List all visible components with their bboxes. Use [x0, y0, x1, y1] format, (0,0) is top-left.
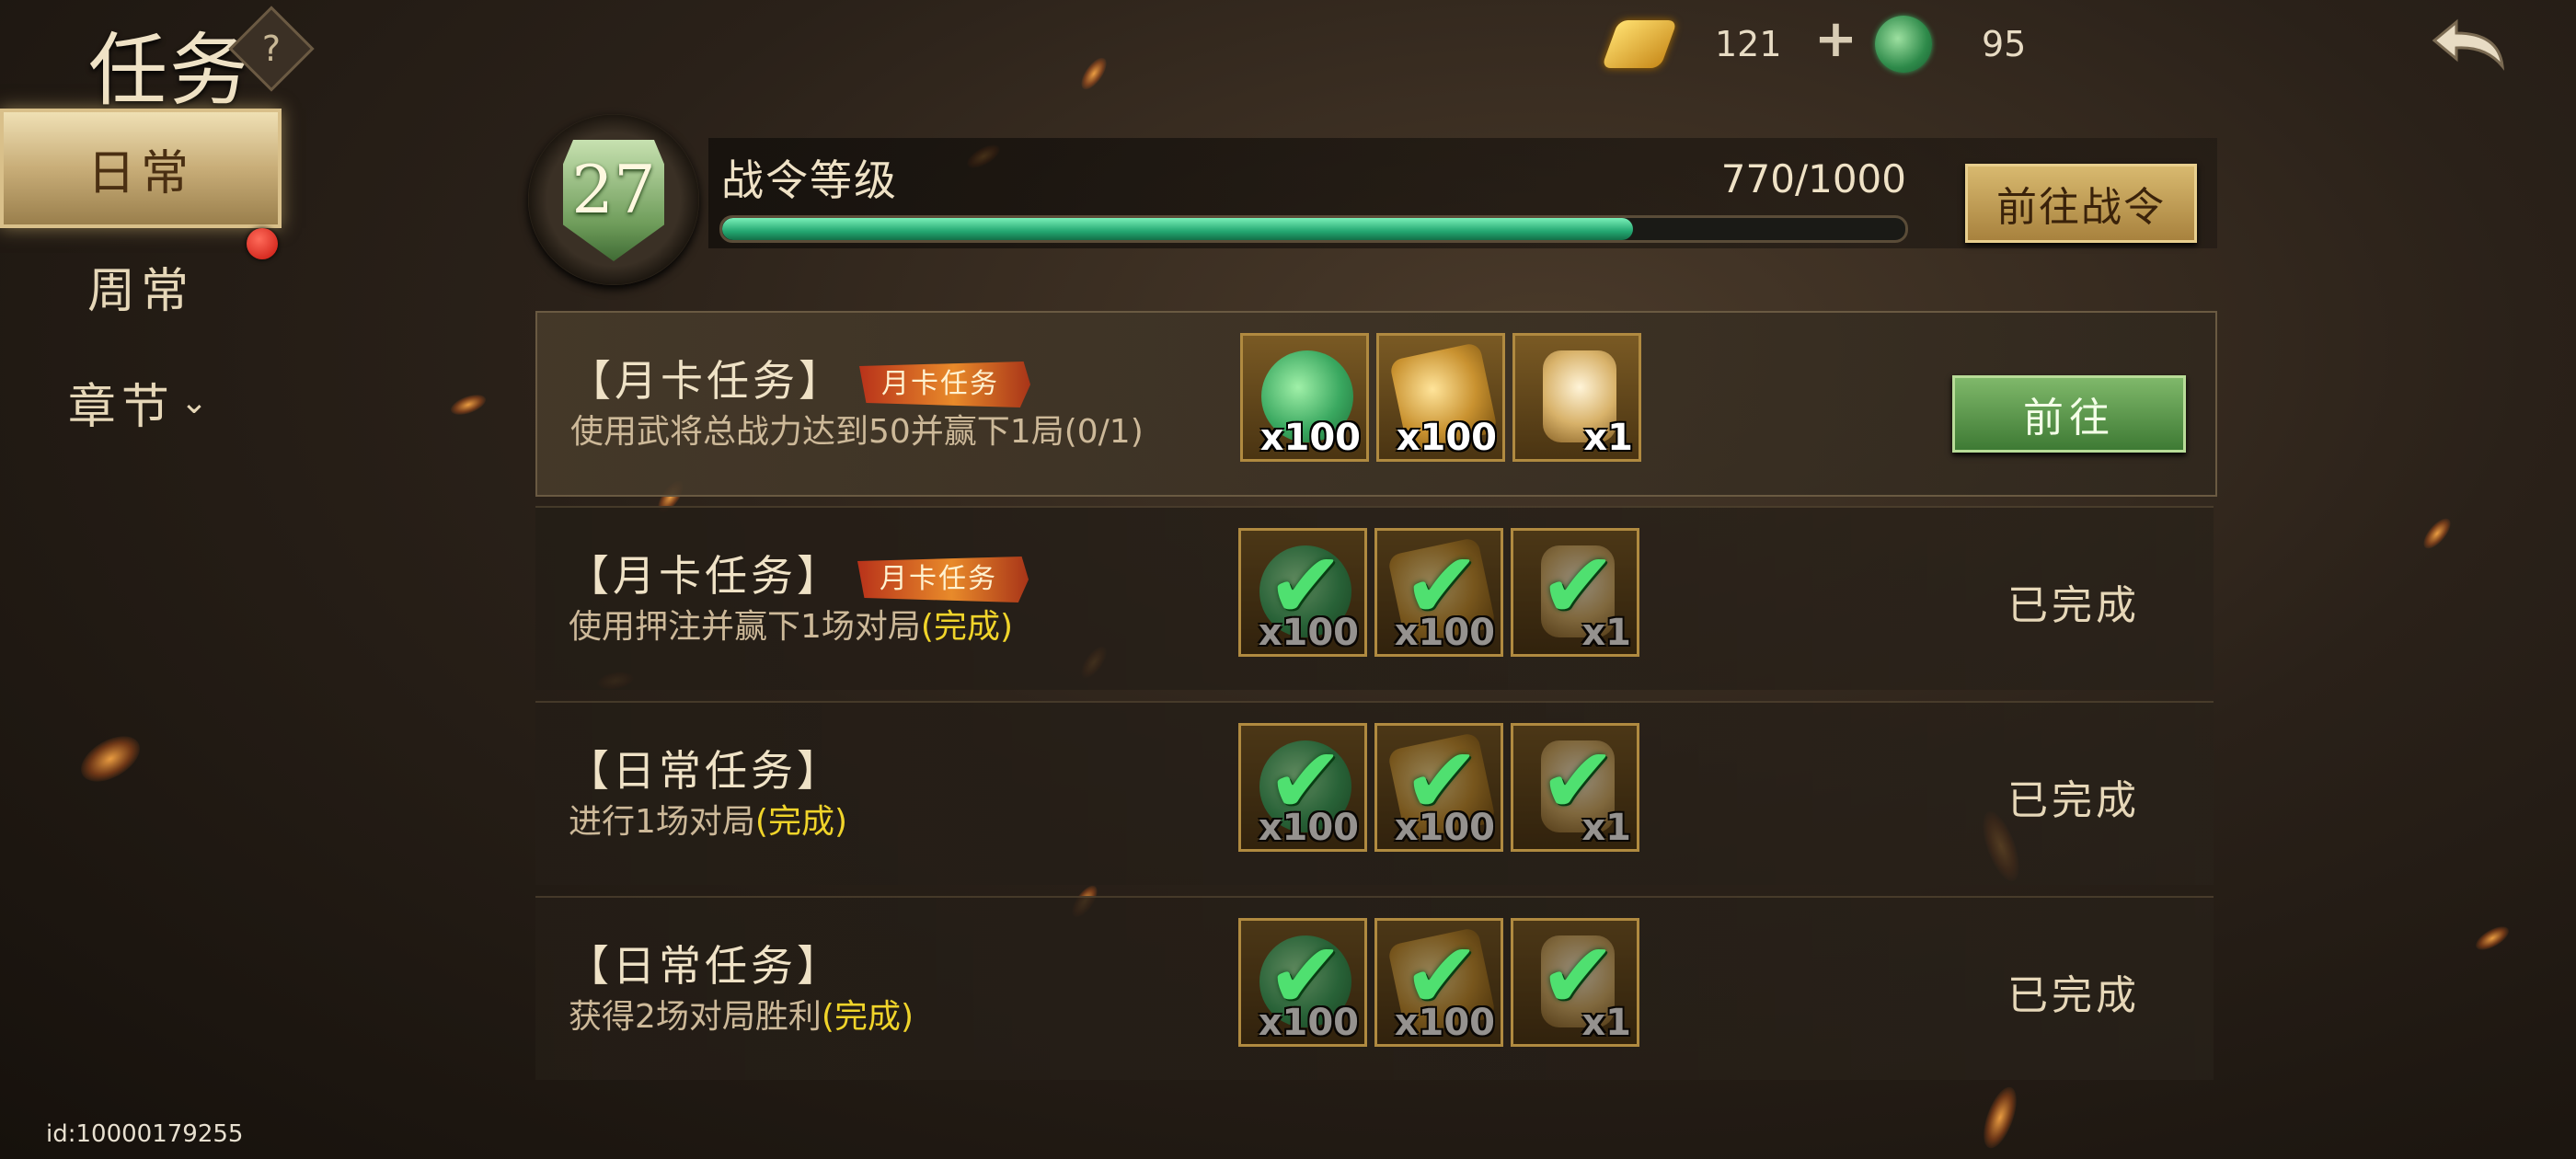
task-description: 进行1场对局(完成) — [569, 795, 847, 843]
check-icon: ✔ — [1403, 532, 1480, 639]
task-description-text: 使用押注并赢下1场对局 — [569, 608, 921, 646]
battle-pass-progress-text: 770/1000 — [1720, 156, 1906, 201]
goto-task-button[interactable]: 前往 — [1952, 375, 2186, 453]
task-row: 【月卡任务】 月卡任务 使用押注并赢下1场对局(完成) ✔ x100 ✔ x100 ✔… — [535, 506, 2214, 690]
check-icon: ✔ — [1267, 727, 1344, 834]
reward-item: ✔ x100 — [1238, 723, 1367, 852]
task-complete-label: (完成) — [920, 608, 1013, 646]
tab-chapter[interactable]: 章节 ⌄ — [0, 342, 282, 462]
gold-currency: 121 — [1601, 15, 1782, 74]
battle-pass-label: 战令等级 — [721, 155, 898, 205]
reward-list: ✔ x100 ✔ x100 ✔ x1 — [1238, 723, 1639, 852]
check-icon: ✔ — [1403, 727, 1480, 834]
check-icon: ✔ — [1403, 922, 1480, 1029]
completed-status: 已完成 — [2007, 582, 2140, 629]
reward-item: ✔ x1 — [1511, 528, 1639, 657]
check-icon: ✔ — [1539, 727, 1616, 834]
reward-item: ✔ x100 — [1238, 528, 1367, 657]
reward-qty: x1 — [1583, 417, 1633, 459]
reward-qty: x100 — [1396, 417, 1497, 459]
battle-pass-level-emblem: 27 — [528, 114, 699, 285]
help-icon: ? — [261, 29, 282, 69]
check-icon: ✔ — [1539, 922, 1616, 1029]
check-icon: ✔ — [1539, 532, 1616, 639]
reward-list: ✔ x100 ✔ x100 ✔ x1 — [1238, 918, 1639, 1047]
task-title-text: 【月卡任务】 — [567, 551, 843, 601]
reward-item: ✔ x100 — [1374, 918, 1503, 1047]
jade-currency: 95 — [1875, 15, 2026, 74]
chevron-down-icon: ⌄ — [179, 383, 214, 421]
reward-item[interactable]: x100 — [1376, 333, 1505, 462]
monthly-card-tag: 月卡任务 — [857, 557, 1029, 602]
task-title-text: 【月卡任务】 — [569, 356, 845, 406]
reward-item: ✔ x100 — [1238, 918, 1367, 1047]
task-complete-label: (完成) — [821, 998, 914, 1036]
check-icon: ✔ — [1267, 922, 1344, 1029]
task-description-text: 进行1场对局 — [569, 803, 755, 841]
user-id: id:10000179255 — [46, 1120, 244, 1148]
completed-status: 已完成 — [2007, 972, 2140, 1019]
task-title: 【月卡任务】 月卡任务 — [567, 543, 1029, 603]
reward-qty: x100 — [1259, 417, 1361, 459]
gold-ingot-icon — [1601, 20, 1678, 68]
monthly-card-tag: 月卡任务 — [859, 361, 1030, 407]
task-complete-label: (完成) — [754, 803, 847, 841]
reward-item: ✔ x100 — [1374, 528, 1503, 657]
gold-amount: 121 — [1715, 24, 1782, 64]
task-title: 【日常任务】 — [567, 941, 843, 991]
notification-dot — [247, 228, 278, 259]
tab-daily[interactable]: 日常 — [0, 109, 282, 228]
task-title: 【月卡任务】 月卡任务 — [569, 348, 1030, 408]
task-description-text: 获得2场对局胜利 — [569, 998, 822, 1036]
jade-amount: 95 — [1982, 24, 2027, 64]
reward-item: ✔ x1 — [1511, 723, 1639, 852]
reward-item[interactable]: x100 — [1240, 333, 1369, 462]
completed-status: 已完成 — [2007, 777, 2140, 824]
reward-list: ✔ x100 ✔ x100 ✔ x1 — [1238, 528, 1639, 657]
reward-item: ✔ x100 — [1374, 723, 1503, 852]
task-description: 使用武将总战力达到50并赢下1局(0/1) — [570, 413, 1144, 451]
goto-battle-pass-button[interactable]: 前往战令 — [1965, 164, 2197, 243]
task-description: 使用押注并赢下1场对局(完成) — [569, 600, 1013, 648]
tab-chapter-label: 章节 — [67, 379, 175, 435]
task-row: 【月卡任务】 月卡任务 使用武将总战力达到50并赢下1局(0/1) x100 x1… — [535, 311, 2217, 497]
tab-weekly[interactable]: 周常 — [0, 226, 282, 346]
battle-pass-level: 27 — [571, 151, 656, 228]
back-icon[interactable] — [2429, 17, 2512, 72]
task-description: 获得2场对局胜利(完成) — [569, 990, 914, 1038]
jade-icon — [1875, 16, 1932, 73]
reward-item: ✔ x1 — [1511, 918, 1639, 1047]
battle-pass-progress-fill — [722, 218, 1634, 240]
reward-item[interactable]: x1 — [1512, 333, 1641, 462]
task-row: 【日常任务】 进行1场对局(完成) ✔ x100 ✔ x100 ✔ x1 已完成 — [535, 701, 2214, 885]
task-row: 【日常任务】 获得2场对局胜利(完成) ✔ x100 ✔ x100 ✔ x1 已完成 — [535, 896, 2214, 1080]
task-title: 【日常任务】 — [567, 746, 843, 796]
page-title: 任务 — [88, 25, 250, 117]
check-icon: ✔ — [1267, 532, 1344, 639]
reward-list: x100 x100 x1 — [1240, 333, 1641, 462]
battle-pass-progress-bar — [719, 215, 1908, 243]
add-currency-button[interactable]: + — [1814, 9, 1857, 69]
